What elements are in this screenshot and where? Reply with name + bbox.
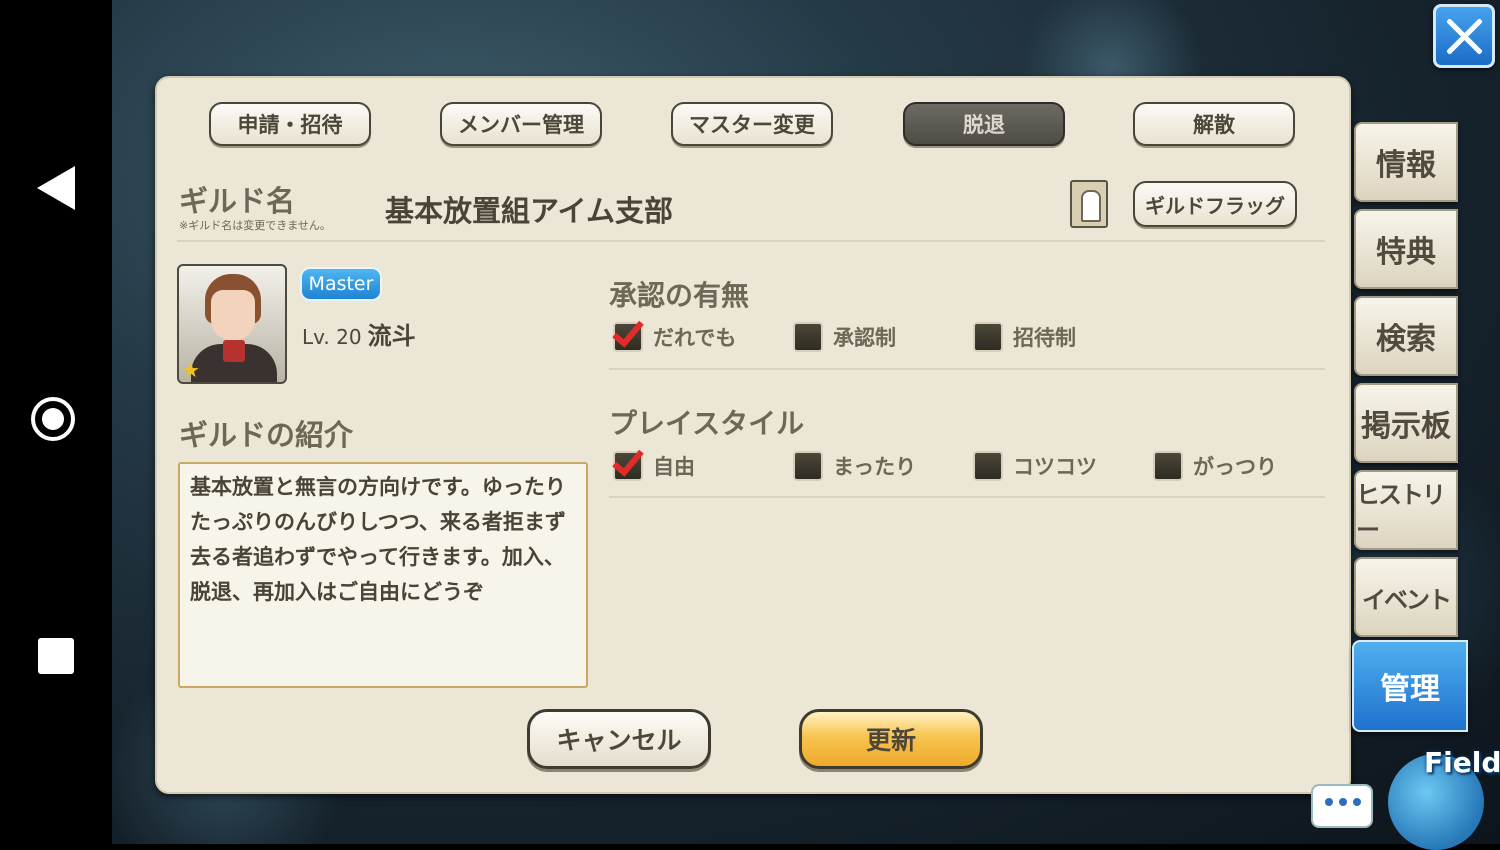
level-label: Lv. 20 bbox=[302, 325, 362, 349]
side-menu-event[interactable]: イベント bbox=[1354, 557, 1458, 637]
home-icon[interactable] bbox=[31, 397, 75, 441]
guild-flag-button[interactable]: ギルドフラッグ bbox=[1133, 181, 1297, 227]
side-menu-info[interactable]: 情報 bbox=[1354, 122, 1458, 202]
recent-apps-icon[interactable] bbox=[38, 638, 74, 674]
divider bbox=[609, 496, 1325, 498]
back-icon[interactable] bbox=[37, 166, 75, 210]
side-menu-search[interactable]: 検索 bbox=[1354, 296, 1458, 376]
guild-name: 基本放置組アイム支部 bbox=[385, 194, 673, 228]
intro-textarea[interactable]: 基本放置と無言の方向けです。ゆったりたっぷりのんびりしつつ、来る者拒まず去る者追… bbox=[178, 462, 588, 688]
guild-flag-icon[interactable] bbox=[1070, 180, 1108, 228]
checkbox-icon bbox=[793, 451, 823, 481]
approval-option-approval[interactable]: 承認制 bbox=[793, 322, 896, 352]
divider bbox=[609, 368, 1325, 370]
chat-button[interactable] bbox=[1311, 784, 1373, 828]
playstyle-title: プレイスタイル bbox=[609, 407, 805, 440]
tab-disband[interactable]: 解散 bbox=[1133, 102, 1295, 146]
close-button[interactable] bbox=[1433, 4, 1495, 68]
update-button[interactable]: 更新 bbox=[799, 709, 983, 769]
checkbox-icon bbox=[1153, 451, 1183, 481]
field-button[interactable]: Field bbox=[1388, 736, 1500, 850]
tab-apply-invite[interactable]: 申請・招待 bbox=[209, 102, 371, 146]
star-icon: ★ bbox=[182, 358, 200, 382]
checkbox-icon bbox=[793, 322, 823, 352]
divider bbox=[177, 240, 1325, 242]
avatar: ★ bbox=[177, 264, 287, 384]
intro-title: ギルドの紹介 bbox=[179, 418, 354, 452]
tab-leave[interactable]: 脱退 bbox=[903, 102, 1065, 146]
checkbox-icon bbox=[973, 451, 1003, 481]
checkbox-icon bbox=[973, 322, 1003, 352]
approval-option-invite[interactable]: 招待制 bbox=[973, 322, 1076, 352]
chat-icon bbox=[1325, 798, 1333, 806]
tab-member-management[interactable]: メンバー管理 bbox=[440, 102, 602, 146]
member-level: Lv. 20 流斗 bbox=[302, 316, 416, 351]
checkbox-icon bbox=[613, 322, 643, 352]
playstyle-option-free[interactable]: 自由 bbox=[613, 451, 695, 481]
playstyle-option-relaxed[interactable]: まったり bbox=[793, 451, 916, 481]
side-menu-management[interactable]: 管理 bbox=[1352, 640, 1468, 732]
guild-name-label: ギルド名 bbox=[179, 184, 296, 218]
approval-title: 承認の有無 bbox=[609, 279, 750, 312]
cancel-button[interactable]: キャンセル bbox=[527, 709, 711, 769]
member-name: 流斗 bbox=[367, 322, 416, 350]
guild-management-panel: 申請・招待 メンバー管理 マスター変更 脱退 解散 ギルド名 ※ギルド名は変更で… bbox=[155, 76, 1351, 794]
tab-master-change[interactable]: マスター変更 bbox=[671, 102, 833, 146]
playstyle-option-hardcore[interactable]: がっつり bbox=[1153, 451, 1277, 481]
playstyle-option-steady[interactable]: コツコツ bbox=[973, 451, 1097, 481]
field-label: Field bbox=[1424, 746, 1500, 779]
guild-name-note: ※ギルド名は変更できません。 bbox=[179, 219, 331, 232]
rank-badge: Master bbox=[300, 267, 382, 301]
side-menu-benefits[interactable]: 特典 bbox=[1354, 209, 1458, 289]
side-menu-history[interactable]: ヒストリー bbox=[1354, 470, 1458, 550]
approval-option-anyone[interactable]: だれでも bbox=[613, 322, 736, 352]
side-menu-board[interactable]: 掲示板 bbox=[1354, 383, 1458, 463]
android-nav-bar bbox=[0, 0, 112, 844]
checkbox-icon bbox=[613, 451, 643, 481]
